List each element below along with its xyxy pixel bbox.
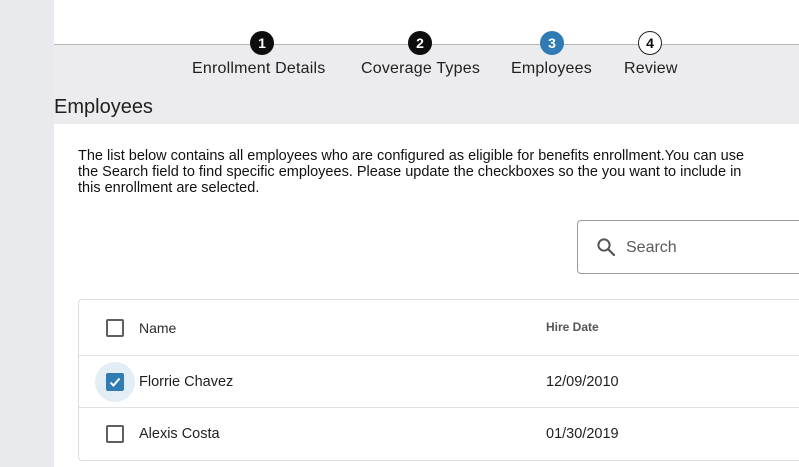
search-box[interactable] — [577, 220, 799, 274]
step-1-indicator: 1 — [250, 31, 274, 55]
section-title: Employees — [54, 96, 153, 118]
search-input[interactable] — [624, 235, 799, 261]
row-checkbox[interactable] — [106, 425, 124, 443]
step-1-label[interactable]: Enrollment Details — [192, 60, 325, 78]
step-4-indicator: 4 — [638, 31, 662, 55]
row-checkbox-area[interactable] — [95, 414, 135, 454]
table-row[interactable]: Alexis Costa 01/30/2019 — [79, 408, 799, 460]
column-header-hire-date[interactable]: Hire Date — [546, 320, 599, 334]
row-checkbox[interactable] — [106, 373, 124, 391]
row-hire-date: 01/30/2019 — [546, 426, 619, 442]
row-name: Alexis Costa — [139, 426, 220, 442]
step-3-label[interactable]: Employees — [511, 60, 592, 78]
description-line-3: this enrollment are selected. — [78, 180, 260, 196]
stepper: 1 Enrollment Details 2 Coverage Types 3 … — [54, 0, 799, 90]
description-line-2: the Search field to find specific employ… — [78, 164, 742, 180]
description-line-1: The list below contains all employees wh… — [78, 148, 745, 164]
description-text: The list below contains all employees wh… — [78, 148, 799, 196]
column-header-name[interactable]: Name — [139, 320, 176, 336]
step-2-indicator: 2 — [408, 31, 432, 55]
select-all-checkbox-area[interactable] — [95, 308, 135, 348]
search-icon — [596, 237, 616, 257]
row-hire-date: 12/09/2010 — [546, 374, 619, 390]
row-checkbox-area[interactable] — [95, 362, 135, 402]
table-row[interactable]: Florrie Chavez 12/09/2010 — [79, 356, 799, 408]
checkmark-icon — [109, 377, 121, 387]
step-4-label[interactable]: Review — [624, 60, 678, 78]
step-2-label[interactable]: Coverage Types — [361, 60, 480, 78]
table-header-row: Name Hire Date — [79, 300, 799, 356]
employees-card: The list below contains all employees wh… — [54, 124, 799, 467]
employees-table: Name Hire Date Florrie Chavez 12/09/2010 — [78, 299, 799, 461]
row-name: Florrie Chavez — [139, 374, 234, 390]
page: 1 Enrollment Details 2 Coverage Types 3 … — [54, 0, 799, 467]
step-3-indicator: 3 — [540, 31, 564, 55]
select-all-checkbox[interactable] — [106, 319, 124, 337]
